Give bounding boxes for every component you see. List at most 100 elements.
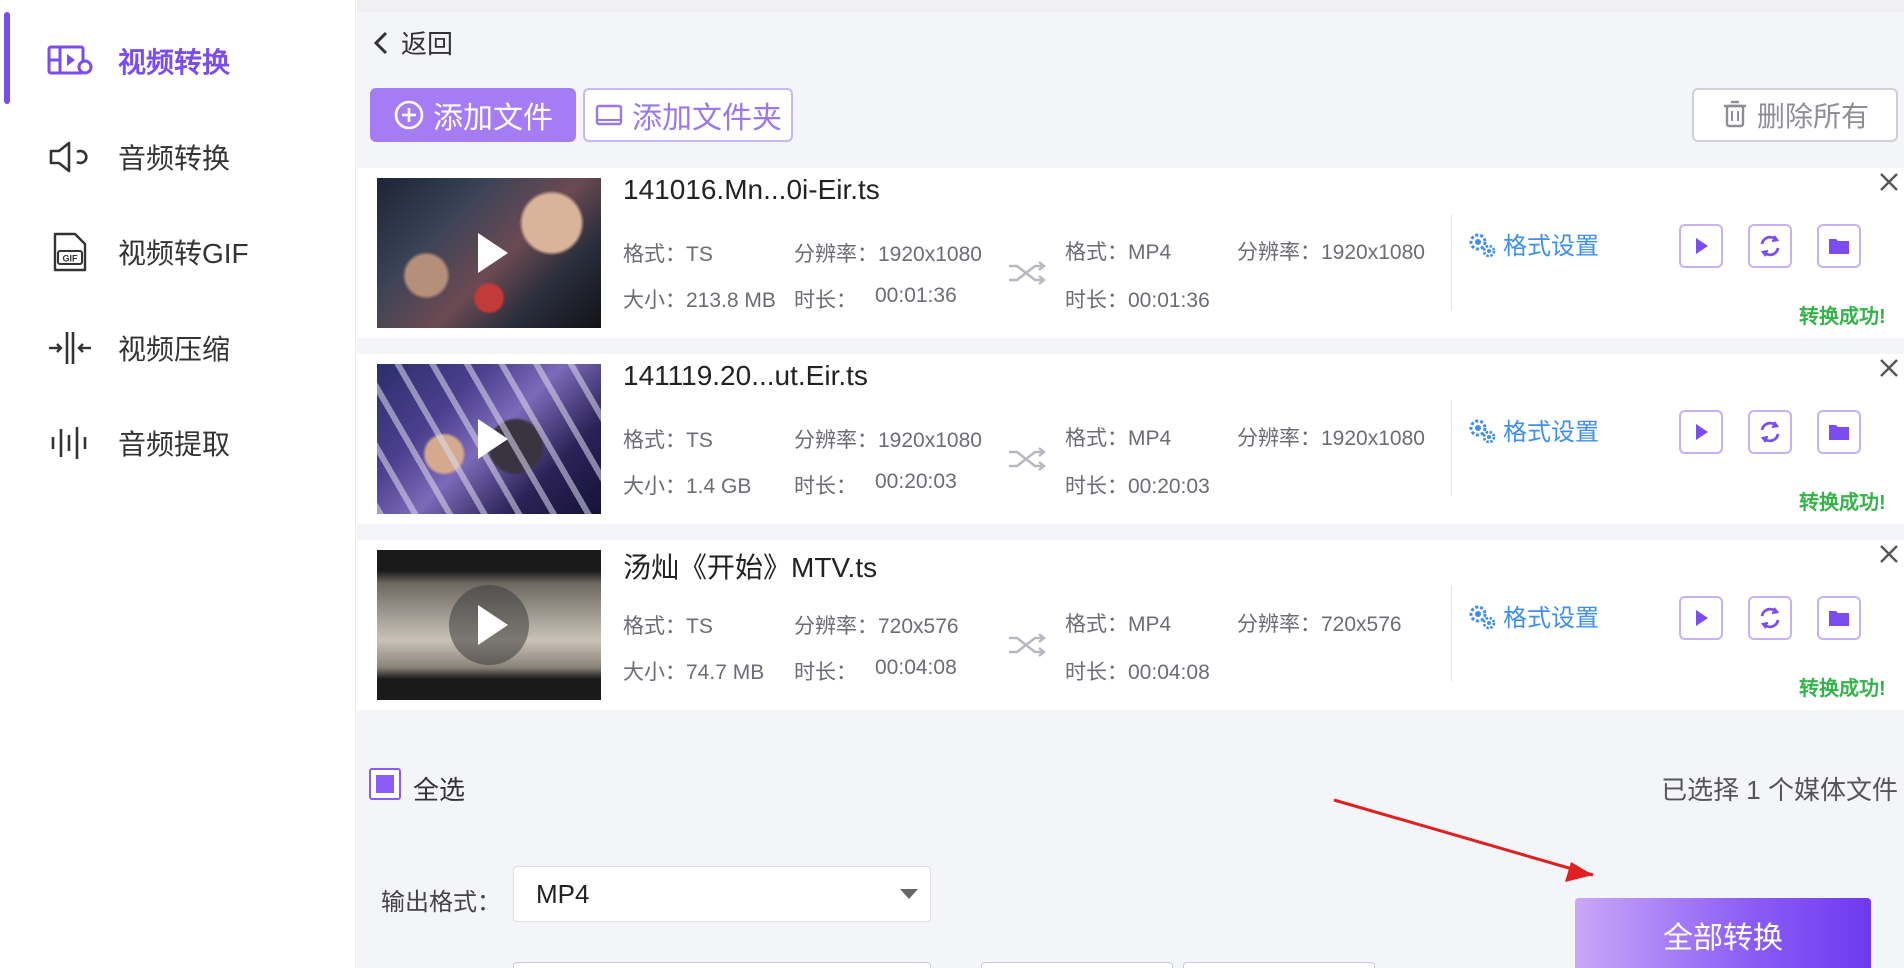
format-settings-link[interactable]: 格式设置	[1467, 226, 1599, 261]
sidebar-item-audio-extract[interactable]: 音频提取	[0, 408, 356, 478]
status-success: 转换成功!	[1799, 678, 1886, 700]
shuffle-icon	[1009, 261, 1046, 285]
video-thumbnail[interactable]	[377, 550, 601, 700]
file-row: 141016.Mn...0i-Eir.ts 格式：TS 分辨率：1920x108…	[357, 168, 1904, 338]
gear-icon	[1469, 419, 1496, 443]
folder-icon	[1829, 611, 1849, 626]
sidebar-item-label: 音频转换	[118, 143, 231, 174]
status-success: 转换成功!	[1799, 306, 1886, 328]
refresh-icon	[1760, 235, 1780, 257]
add-folder-label: 添加文件夹	[632, 102, 782, 135]
add-file-button[interactable]: 添加文件	[370, 88, 576, 142]
sidebar: 视频转换 音频转换 GIF 视频转GIF 视频压缩 音频提取	[0, 0, 356, 968]
source-duration-label: 时长：	[794, 289, 857, 312]
reconvert-button[interactable]	[1748, 410, 1792, 454]
open-folder-button[interactable]	[1817, 224, 1861, 268]
delete-all-label: 删除所有	[1756, 101, 1869, 132]
sidebar-item-label: 音频提取	[118, 429, 231, 460]
select-all-checkbox[interactable]	[369, 768, 401, 800]
source-resolution: 分辨率：1920x1080	[794, 429, 982, 452]
target-duration: 时长：00:01:36	[1065, 289, 1210, 312]
target-resolution: 分辨率：1920x1080	[1237, 241, 1425, 264]
folder-icon	[1829, 239, 1849, 254]
file-name: 汤灿《开始》MTV.ts	[623, 552, 878, 583]
gear-icon	[1469, 233, 1496, 257]
divider	[1451, 400, 1452, 496]
source-duration-label: 时长：	[794, 661, 857, 684]
open-folder-button[interactable]	[1817, 596, 1861, 640]
selected-count: 已选择 1 个媒体文件	[1661, 775, 1898, 805]
target-resolution: 分辨率：720x576	[1237, 613, 1402, 636]
sidebar-item-label: 视频转GIF	[118, 238, 249, 269]
format-settings-label: 格式设置	[1503, 233, 1599, 260]
output-format-value: MP4	[536, 878, 590, 909]
source-duration: 00:01:36	[875, 284, 957, 307]
trash-icon	[1723, 100, 1746, 128]
folder-icon	[1829, 425, 1849, 440]
target-format: 格式：MP4	[1065, 427, 1172, 450]
top-strip	[357, 0, 1904, 12]
add-file-label: 添加文件	[433, 102, 553, 135]
chevron-down-icon	[900, 889, 918, 899]
play-button[interactable]	[1679, 596, 1723, 640]
output-panel: 输出格式： MP4 全部转换	[357, 822, 1904, 968]
play-icon	[449, 213, 529, 293]
play-icon	[449, 399, 529, 479]
delete-all-button[interactable]: 删除所有	[1692, 88, 1898, 142]
output-format-label: 输出格式：	[381, 889, 501, 916]
compress-icon	[46, 328, 94, 368]
file-name: 141119.20...ut.Eir.ts	[623, 360, 868, 391]
select-all-label[interactable]: 全选	[413, 770, 465, 807]
sidebar-item-audio-convert[interactable]: 音频转换	[0, 122, 356, 192]
plus-circle-icon	[394, 100, 424, 130]
shuffle-icon	[1009, 447, 1046, 471]
format-settings-link[interactable]: 格式设置	[1467, 412, 1599, 447]
source-size: 大小：1.4 GB	[623, 475, 752, 498]
reconvert-button[interactable]	[1748, 224, 1792, 268]
source-duration: 00:04:08	[875, 656, 957, 679]
open-folder-button[interactable]	[1817, 410, 1861, 454]
convert-all-label: 全部转换	[1663, 922, 1783, 955]
file-name: 141016.Mn...0i-Eir.ts	[623, 174, 880, 205]
divider	[1451, 214, 1452, 310]
source-resolution: 分辨率：1920x1080	[794, 243, 982, 266]
target-resolution: 分辨率：1920x1080	[1237, 427, 1425, 450]
format-settings-label: 格式设置	[1503, 419, 1599, 446]
close-icon[interactable]	[1875, 540, 1903, 568]
video-convert-icon	[46, 41, 94, 81]
convert-all-button[interactable]: 全部转换	[1575, 898, 1871, 968]
format-settings-link[interactable]: 格式设置	[1467, 598, 1599, 633]
speaker-icon	[46, 137, 94, 177]
play-triangle-icon	[1696, 610, 1708, 626]
divider	[1451, 586, 1452, 682]
secondary-button[interactable]	[1183, 962, 1375, 968]
sidebar-item-label: 视频转换	[118, 47, 231, 78]
source-duration-label: 时长：	[794, 475, 857, 498]
sidebar-item-video-compress[interactable]: 视频压缩	[0, 313, 356, 383]
secondary-button[interactable]	[981, 962, 1173, 968]
close-icon[interactable]	[1875, 354, 1903, 382]
file-row: 141119.20...ut.Eir.ts 格式：TS 分辨率：1920x108…	[357, 354, 1904, 524]
chevron-left-icon	[373, 31, 388, 54]
play-triangle-icon	[1696, 424, 1708, 440]
output-path-field[interactable]	[513, 962, 931, 968]
main-panel: 返回 添加文件 添加文件夹 删除所有 141016.Mn...0i-Eir.ts…	[357, 0, 1904, 968]
play-button[interactable]	[1679, 224, 1723, 268]
sidebar-item-label: 视频压缩	[118, 334, 231, 365]
reconvert-button[interactable]	[1748, 596, 1792, 640]
back-button[interactable]: 返回	[371, 24, 453, 61]
add-folder-button[interactable]: 添加文件夹	[583, 88, 793, 142]
target-duration: 时长：00:04:08	[1065, 661, 1210, 684]
close-icon[interactable]	[1875, 168, 1903, 196]
source-format: 格式：TS	[623, 243, 713, 266]
target-format: 格式：MP4	[1065, 241, 1172, 264]
source-format: 格式：TS	[623, 429, 713, 452]
output-format-select[interactable]: MP4	[513, 866, 931, 922]
sidebar-item-video-to-gif[interactable]: GIF 视频转GIF	[0, 217, 356, 287]
play-button[interactable]	[1679, 410, 1723, 454]
status-success: 转换成功!	[1799, 492, 1886, 514]
video-thumbnail[interactable]	[377, 364, 601, 514]
sidebar-item-video-convert[interactable]: 视频转换	[0, 12, 356, 104]
video-thumbnail[interactable]	[377, 178, 601, 328]
source-size: 大小：74.7 MB	[623, 661, 765, 684]
